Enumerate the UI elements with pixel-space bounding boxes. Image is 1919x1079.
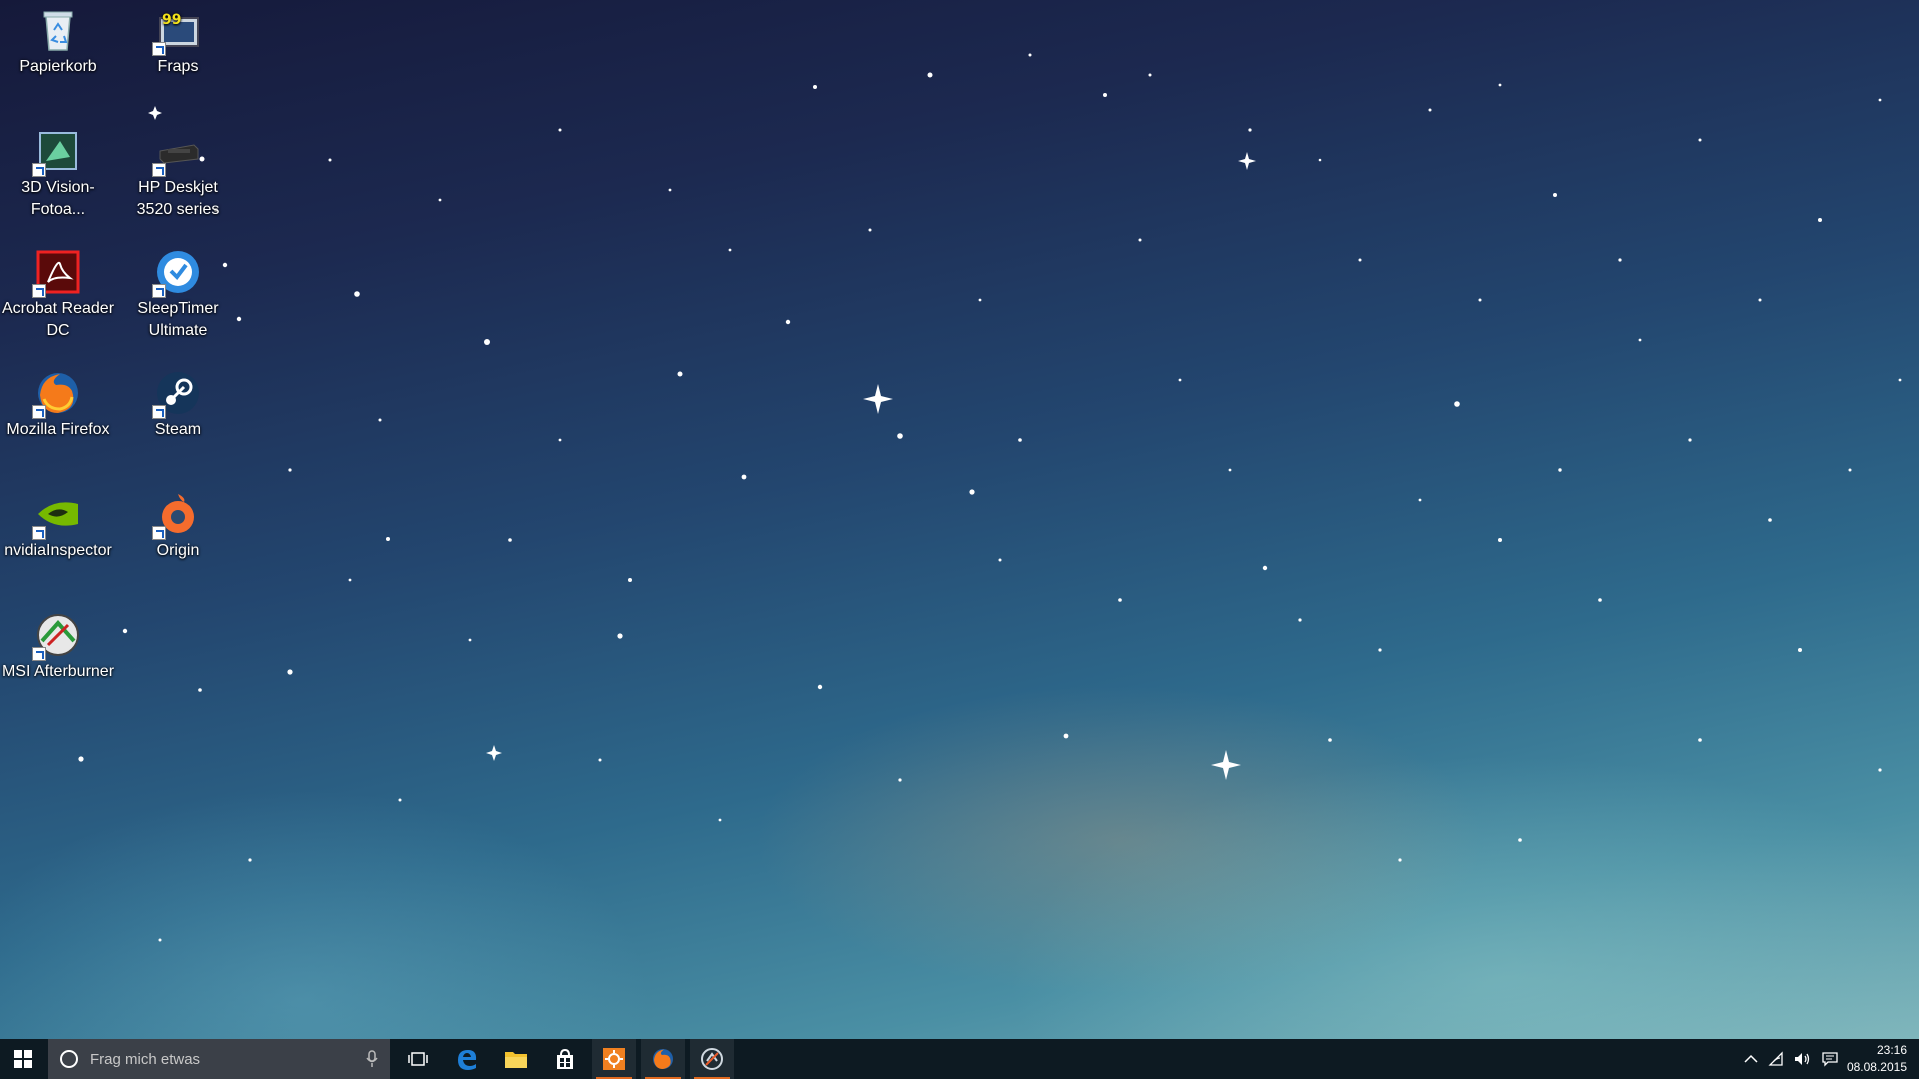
file-explorer-icon	[505, 1052, 527, 1068]
desktop-icon-label: SleepTimer Ultimate	[137, 300, 219, 339]
desktop-icon-label: Mozilla Firefox	[6, 421, 110, 438]
taskbar-firefox-button[interactable]	[641, 1039, 685, 1079]
desktop-icon-firefox[interactable]: Mozilla Firefox	[0, 363, 116, 441]
taskbar-clock[interactable]: 23:16 08.08.2015	[1837, 1042, 1907, 1076]
taskbar-edge-button[interactable]	[445, 1039, 489, 1079]
action-center-icon[interactable]	[1822, 1051, 1838, 1067]
desktop-icon-hp-deskjet[interactable]: HP Deskjet 3520 series	[120, 121, 236, 221]
desktop-background[interactable]: Papierkorb 99 Fraps 3D Vision-Fotoa... H…	[0, 0, 1919, 1039]
edge-icon	[458, 1050, 477, 1070]
taskbar-store-button[interactable]	[543, 1039, 587, 1079]
system-tray	[1744, 1039, 1838, 1079]
desktop-icon-papierkorb[interactable]: Papierkorb	[0, 0, 116, 78]
microphone-icon[interactable]	[366, 1050, 378, 1068]
taskbar-sleeptimer-button[interactable]	[690, 1039, 734, 1079]
shortcut-arrow-icon	[152, 284, 166, 298]
desktop-icon-fraps[interactable]: 99 Fraps	[120, 0, 236, 78]
shortcut-arrow-icon	[32, 526, 46, 540]
desktop-icon-steam[interactable]: Steam	[120, 363, 236, 441]
shortcut-arrow-icon	[32, 284, 46, 298]
shortcut-arrow-icon	[32, 163, 46, 177]
desktop-icon-label: nvidiaInspector	[4, 542, 112, 559]
clock-time: 23:16	[1876, 1043, 1907, 1057]
desktop-icon-origin[interactable]: Origin	[120, 484, 236, 562]
desktop-icon-msi-afterburner[interactable]: MSI Afterburner	[0, 605, 116, 683]
desktop-icon-label: Acrobat Reader DC	[1, 300, 115, 339]
shortcut-arrow-icon	[152, 163, 166, 177]
shortcut-arrow-icon	[32, 405, 46, 419]
desktop-icon-3d-vision[interactable]: 3D Vision-Fotoa...	[0, 121, 116, 218]
network-icon[interactable]	[1768, 1051, 1784, 1067]
desktop-icon-label: 3D Vision-Fotoa...	[21, 179, 95, 218]
search-placeholder: Frag mich etwas	[90, 1050, 201, 1068]
desktop-icon-label: Origin	[156, 542, 200, 559]
desktop-icon-label: MSI Afterburner	[1, 663, 115, 680]
cortana-search-box[interactable]: Frag mich etwas	[48, 1039, 390, 1079]
desktop-icon-label: Steam	[154, 421, 202, 438]
taskbar-orange-app-button[interactable]	[592, 1039, 636, 1079]
windows-logo-icon	[14, 1050, 32, 1068]
shortcut-arrow-icon	[152, 405, 166, 419]
recycle-bin-icon	[43, 11, 73, 51]
chevron-up-icon[interactable]	[1744, 1054, 1758, 1064]
shortcut-arrow-icon	[32, 647, 46, 661]
desktop-icon-sleeptimer[interactable]: SleepTimer Ultimate	[120, 242, 236, 342]
task-view-icon	[408, 1052, 428, 1066]
start-button[interactable]	[0, 1039, 46, 1079]
sleeptimer-icon	[701, 1048, 723, 1070]
orange-app-icon	[603, 1048, 625, 1070]
task-view-button[interactable]	[396, 1039, 440, 1079]
cortana-circle-icon	[60, 1050, 78, 1068]
store-icon	[557, 1048, 573, 1069]
desktop-icon-label: Fraps	[157, 58, 199, 75]
taskbar: Frag mich etwas 23:16 08.08.2015	[0, 1039, 1919, 1079]
desktop-icon-acrobat[interactable]: Acrobat Reader DC	[0, 242, 116, 342]
desktop-icon-label: HP Deskjet 3520 series	[136, 179, 220, 218]
shortcut-arrow-icon	[152, 42, 166, 56]
starfield-wallpaper	[78, 53, 1902, 942]
clock-date: 08.08.2015	[1846, 1060, 1907, 1074]
svg-text:99: 99	[162, 12, 181, 28]
firefox-icon	[653, 1049, 673, 1069]
shortcut-arrow-icon	[152, 526, 166, 540]
taskbar-file-explorer-button[interactable]	[494, 1039, 538, 1079]
desktop-icon-label: Papierkorb	[19, 58, 97, 75]
desktop-icon-nvidia-inspector[interactable]: nvidiaInspector	[0, 484, 116, 562]
volume-icon[interactable]	[1794, 1051, 1812, 1067]
